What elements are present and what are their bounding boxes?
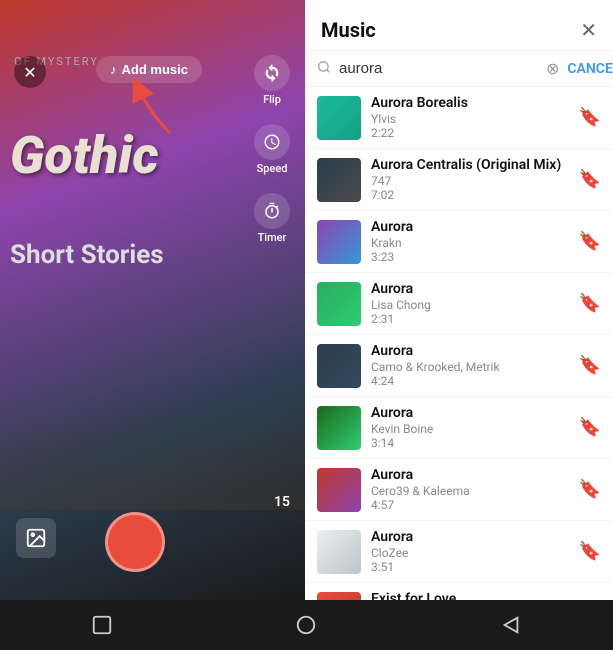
song-info: Exist for Love AURORA 4:13 xyxy=(371,591,569,600)
cancel-search-button[interactable]: CANCEL xyxy=(567,61,613,77)
music-panel: Music ✕ ⊗ CANCEL Aurora Borealis Ylvis 2… xyxy=(305,0,613,600)
song-list-item[interactable]: Aurora Cero39 & Kaleema 4:57 🔖 xyxy=(305,459,613,521)
counter-badge: 15 xyxy=(274,494,290,510)
song-artist: Camo & Krooked, Metrik xyxy=(371,360,569,374)
song-duration: 2:31 xyxy=(371,312,569,326)
song-artist: CloZee xyxy=(371,546,569,560)
song-info: Aurora Lisa Chong 2:31 xyxy=(371,281,569,326)
song-list-item[interactable]: Aurora Centralis (Original Mix) 747 7:02… xyxy=(305,149,613,211)
song-artist: 747 xyxy=(371,174,569,188)
search-input[interactable] xyxy=(339,60,538,77)
flip-button[interactable]: Flip xyxy=(254,55,290,106)
music-panel-title: Music xyxy=(321,18,376,42)
bookmark-icon[interactable]: 🔖 xyxy=(579,355,601,376)
flip-icon xyxy=(254,55,290,91)
search-bar: ⊗ CANCEL xyxy=(305,51,613,87)
search-icon xyxy=(317,60,331,78)
song-thumbnail xyxy=(317,96,361,140)
timer-label: Timer xyxy=(258,231,287,244)
arrow-indicator xyxy=(120,68,200,148)
song-title: Aurora Centralis (Original Mix) xyxy=(371,157,569,173)
song-info: Aurora Krakn 3:23 xyxy=(371,219,569,264)
bookmark-icon[interactable]: 🔖 xyxy=(579,169,601,190)
song-duration: 2:22 xyxy=(371,126,569,140)
song-duration: 7:02 xyxy=(371,188,569,202)
song-list-item[interactable]: Aurora CloZee 3:51 🔖 xyxy=(305,521,613,583)
timer-button[interactable]: Timer xyxy=(254,193,290,244)
song-title: Aurora xyxy=(371,467,569,483)
speed-label: Speed xyxy=(257,162,288,175)
song-title: Aurora xyxy=(371,281,569,297)
close-button[interactable]: ✕ xyxy=(14,56,46,88)
song-thumbnail xyxy=(317,592,361,601)
song-title: Aurora xyxy=(371,405,569,421)
song-title: Aurora xyxy=(371,219,569,235)
song-list-item[interactable]: Aurora Camo & Krooked, Metrik 4:24 🔖 xyxy=(305,335,613,397)
song-title: Exist for Love xyxy=(371,591,569,600)
song-info: Aurora Centralis (Original Mix) 747 7:02 xyxy=(371,157,569,202)
song-duration: 3:51 xyxy=(371,560,569,574)
song-thumbnail xyxy=(317,158,361,202)
record-button[interactable] xyxy=(105,512,165,572)
right-toolbar: Flip Speed Timer xyxy=(254,55,290,244)
song-title: Aurora xyxy=(371,343,569,359)
song-artist: Kevin Boine xyxy=(371,422,569,436)
nav-back-button[interactable] xyxy=(497,611,525,639)
music-close-button[interactable]: ✕ xyxy=(580,20,597,40)
song-list: Aurora Borealis Ylvis 2:22 🔖 Aurora Cent… xyxy=(305,87,613,600)
music-note-icon: ♪ xyxy=(110,62,117,77)
bookmark-icon[interactable]: 🔖 xyxy=(579,479,601,500)
song-thumbnail xyxy=(317,530,361,574)
song-artist: Cero39 & Kaleema xyxy=(371,484,569,498)
song-thumbnail xyxy=(317,406,361,450)
song-title: Aurora Borealis xyxy=(371,95,569,111)
bookmark-icon[interactable]: 🔖 xyxy=(579,107,601,128)
song-info: Aurora CloZee 3:51 xyxy=(371,529,569,574)
song-artist: Lisa Chong xyxy=(371,298,569,312)
song-duration: 3:14 xyxy=(371,436,569,450)
song-artist: Krakn xyxy=(371,236,569,250)
song-list-item[interactable]: Aurora Kevin Boine 3:14 🔖 xyxy=(305,397,613,459)
song-artist: Ylvis xyxy=(371,112,569,126)
record-button-container xyxy=(105,512,165,572)
bookmark-icon[interactable]: 🔖 xyxy=(579,231,601,252)
song-duration: 4:24 xyxy=(371,374,569,388)
nav-home-button[interactable] xyxy=(292,611,320,639)
gallery-button[interactable] xyxy=(16,518,56,558)
speed-button[interactable]: Speed xyxy=(254,124,290,175)
song-thumbnail xyxy=(317,220,361,264)
bottom-nav xyxy=(0,600,613,650)
graves-area xyxy=(0,390,305,510)
song-list-item[interactable]: Aurora Krakn 3:23 🔖 xyxy=(305,211,613,273)
song-info: Aurora Cero39 & Kaleema 4:57 xyxy=(371,467,569,512)
timer-icon xyxy=(254,193,290,229)
song-list-item[interactable]: Aurora Lisa Chong 2:31 🔖 xyxy=(305,273,613,335)
nav-square-button[interactable] xyxy=(88,611,116,639)
book-subtitle: Short Stories xyxy=(10,240,164,271)
song-title: Aurora xyxy=(371,529,569,545)
song-info: Aurora Borealis Ylvis 2:22 xyxy=(371,95,569,140)
song-info: Aurora Camo & Krooked, Metrik 4:24 xyxy=(371,343,569,388)
song-duration: 4:57 xyxy=(371,498,569,512)
speed-icon xyxy=(254,124,290,160)
music-header: Music ✕ xyxy=(305,0,613,51)
song-list-item[interactable]: Exist for Love AURORA 4:13 🔖 xyxy=(305,583,613,600)
song-info: Aurora Kevin Boine 3:14 xyxy=(371,405,569,450)
song-thumbnail xyxy=(317,344,361,388)
camera-view: OF MYSTERY Gothic Short Stories ✕ ♪ Add … xyxy=(0,0,305,600)
song-duration: 3:23 xyxy=(371,250,569,264)
bookmark-icon[interactable]: 🔖 xyxy=(579,541,601,562)
song-thumbnail xyxy=(317,282,361,326)
bookmark-icon[interactable]: 🔖 xyxy=(579,417,601,438)
song-list-item[interactable]: Aurora Borealis Ylvis 2:22 🔖 xyxy=(305,87,613,149)
search-clear-button[interactable]: ⊗ xyxy=(546,59,559,78)
bookmark-icon[interactable]: 🔖 xyxy=(579,293,601,314)
flip-label: Flip xyxy=(263,93,281,106)
song-thumbnail xyxy=(317,468,361,512)
